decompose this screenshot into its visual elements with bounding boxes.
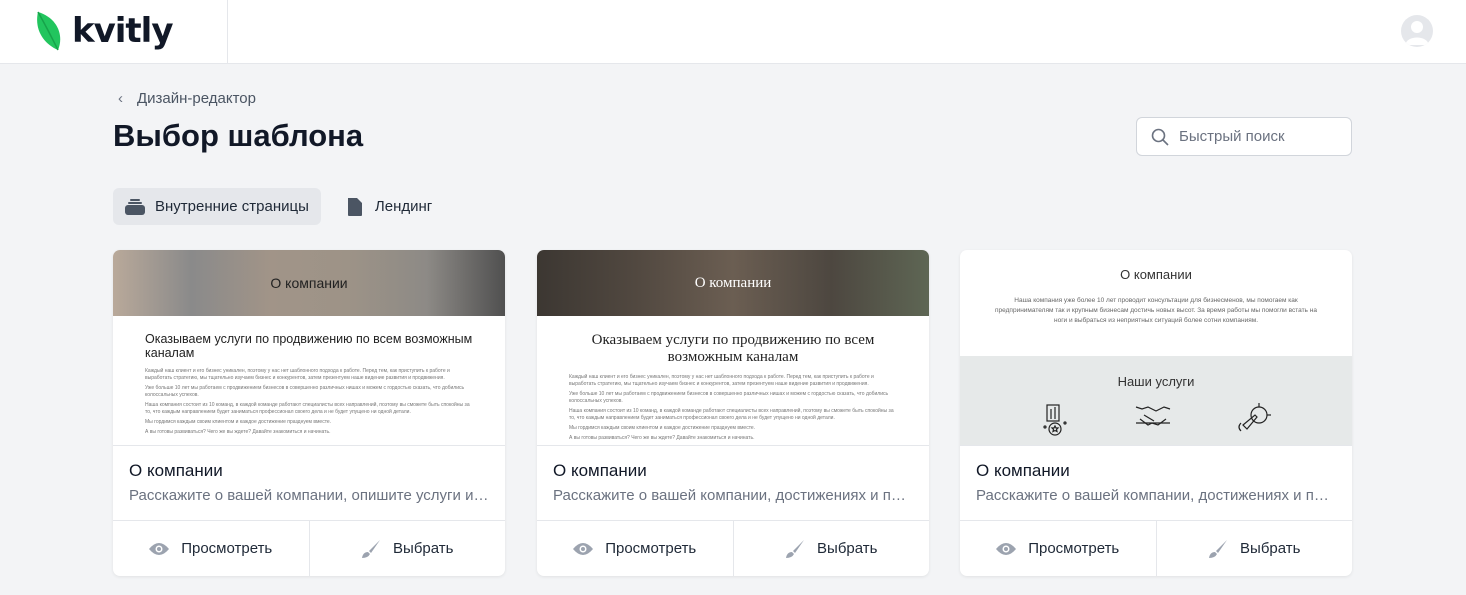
preview-heading: Оказываем услуги по продвижению по всем … [591, 332, 875, 365]
template-tabs: Внутренние страницы Лендинг [113, 188, 444, 225]
select-button[interactable]: Выбрать [308, 521, 506, 576]
file-icon [347, 197, 362, 216]
brush-icon [1209, 539, 1228, 558]
divider [227, 0, 228, 64]
select-button[interactable]: Выбрать [1155, 521, 1353, 576]
button-label: Выбрать [1240, 540, 1301, 557]
template-description: Расскажите о вашей компании, опишите усл… [129, 487, 489, 504]
logo[interactable]: kvitly [36, 10, 173, 52]
preview-button[interactable]: Просмотреть [960, 521, 1156, 576]
breadcrumb-label: Дизайн-редактор [137, 90, 256, 107]
preview-photo: О компании [537, 250, 929, 316]
button-label: Просмотреть [1028, 540, 1120, 557]
preview-paragraph: Мы гордимся каждым своим клиентом и кажд… [569, 425, 756, 431]
button-label: Просмотреть [605, 540, 697, 557]
select-button[interactable]: Выбрать [732, 521, 930, 576]
preview-paragraph: А вы готовы развиваться? Чего же вы ждет… [569, 435, 755, 441]
brush-icon [786, 539, 805, 558]
stack-icon [125, 198, 145, 215]
search-icon [1151, 128, 1169, 146]
eye-icon [149, 542, 170, 555]
leaf-icon [37, 11, 61, 51]
preview-paragraph: Наша компания состоит из 10 команд, в ка… [145, 402, 470, 415]
user-icon [1405, 21, 1429, 45]
template-name: О компании [976, 461, 1070, 480]
preview-heading: Оказываем услуги по продвижению по всем … [145, 332, 473, 360]
breadcrumb-back-link[interactable]: ‹ Дизайн-редактор [118, 90, 256, 107]
preview-paragraph: Каждый наш клиент и его бизнес уникален,… [145, 368, 450, 381]
brush-icon [362, 539, 381, 558]
preview-header: О компании [694, 274, 772, 291]
preview-paragraph: Наша компания уже более 10 лет проводит … [995, 297, 1317, 324]
preview-paragraph: Каждый наш клиент и его бизнес уникален,… [569, 374, 874, 387]
preview-paragraph: А вы готовы развиваться? Чего же вы ждет… [145, 429, 331, 435]
search-box[interactable] [1136, 117, 1352, 156]
template-preview[interactable]: О компании Оказываем услуги по продвижен… [113, 250, 505, 446]
eye-icon [996, 542, 1017, 555]
rocket-icon [1238, 403, 1271, 432]
preview-services-title: Наши услуги [1117, 374, 1195, 389]
preview-paragraph: Мы гордимся каждым своим клиентом и кажд… [145, 419, 332, 425]
avatar[interactable] [1401, 15, 1433, 47]
button-label: Выбрать [817, 540, 878, 557]
preview-header: О компании [270, 275, 348, 291]
preview-button[interactable]: Просмотреть [537, 521, 733, 576]
template-card: О компании Наша компания уже более 10 ле… [960, 250, 1352, 576]
analytics-icon [1043, 404, 1067, 436]
preview-photo: О компании [113, 250, 505, 316]
preview-button[interactable]: Просмотреть [113, 521, 309, 576]
eye-icon [573, 542, 594, 555]
tab-label: Лендинг [374, 198, 433, 215]
button-label: Выбрать [393, 540, 454, 557]
template-card: О компании Оказываем услуги по продвижен… [113, 250, 505, 576]
template-description: Расскажите о вашей компании, достижениях… [553, 487, 913, 504]
preview-header: О компании [1120, 267, 1192, 282]
preview-paragraph: Наша компания состоит из 10 команд, в ка… [569, 408, 894, 421]
template-description: Расскажите о вашей компании, достижениях… [976, 487, 1336, 504]
template-name: О компании [553, 461, 647, 480]
search-input[interactable] [1179, 128, 1339, 145]
template-preview[interactable]: О компании Наша компания уже более 10 ле… [960, 250, 1352, 446]
top-bar: kvitly [0, 0, 1466, 64]
template-name: О компании [129, 461, 223, 480]
button-label: Просмотреть [181, 540, 273, 557]
tab-label: Внутренние страницы [155, 198, 309, 215]
handshake-icon [1135, 406, 1171, 426]
tab-internal-pages[interactable]: Внутренние страницы [113, 188, 321, 225]
chevron-left-icon: ‹ [118, 90, 123, 107]
brand-name: kvitly [72, 11, 173, 51]
tab-landing[interactable]: Лендинг [333, 188, 444, 225]
template-card: О компании Оказываем услуги по продвижен… [537, 250, 929, 576]
preview-paragraph: Уже больше 10 лет мы работаем с продвиже… [569, 391, 889, 404]
preview-paragraph: Уже больше 10 лет мы работаем с продвиже… [145, 385, 465, 398]
page-title: Выбор шаблона [113, 118, 364, 153]
template-preview[interactable]: О компании Оказываем услуги по продвижен… [537, 250, 929, 446]
